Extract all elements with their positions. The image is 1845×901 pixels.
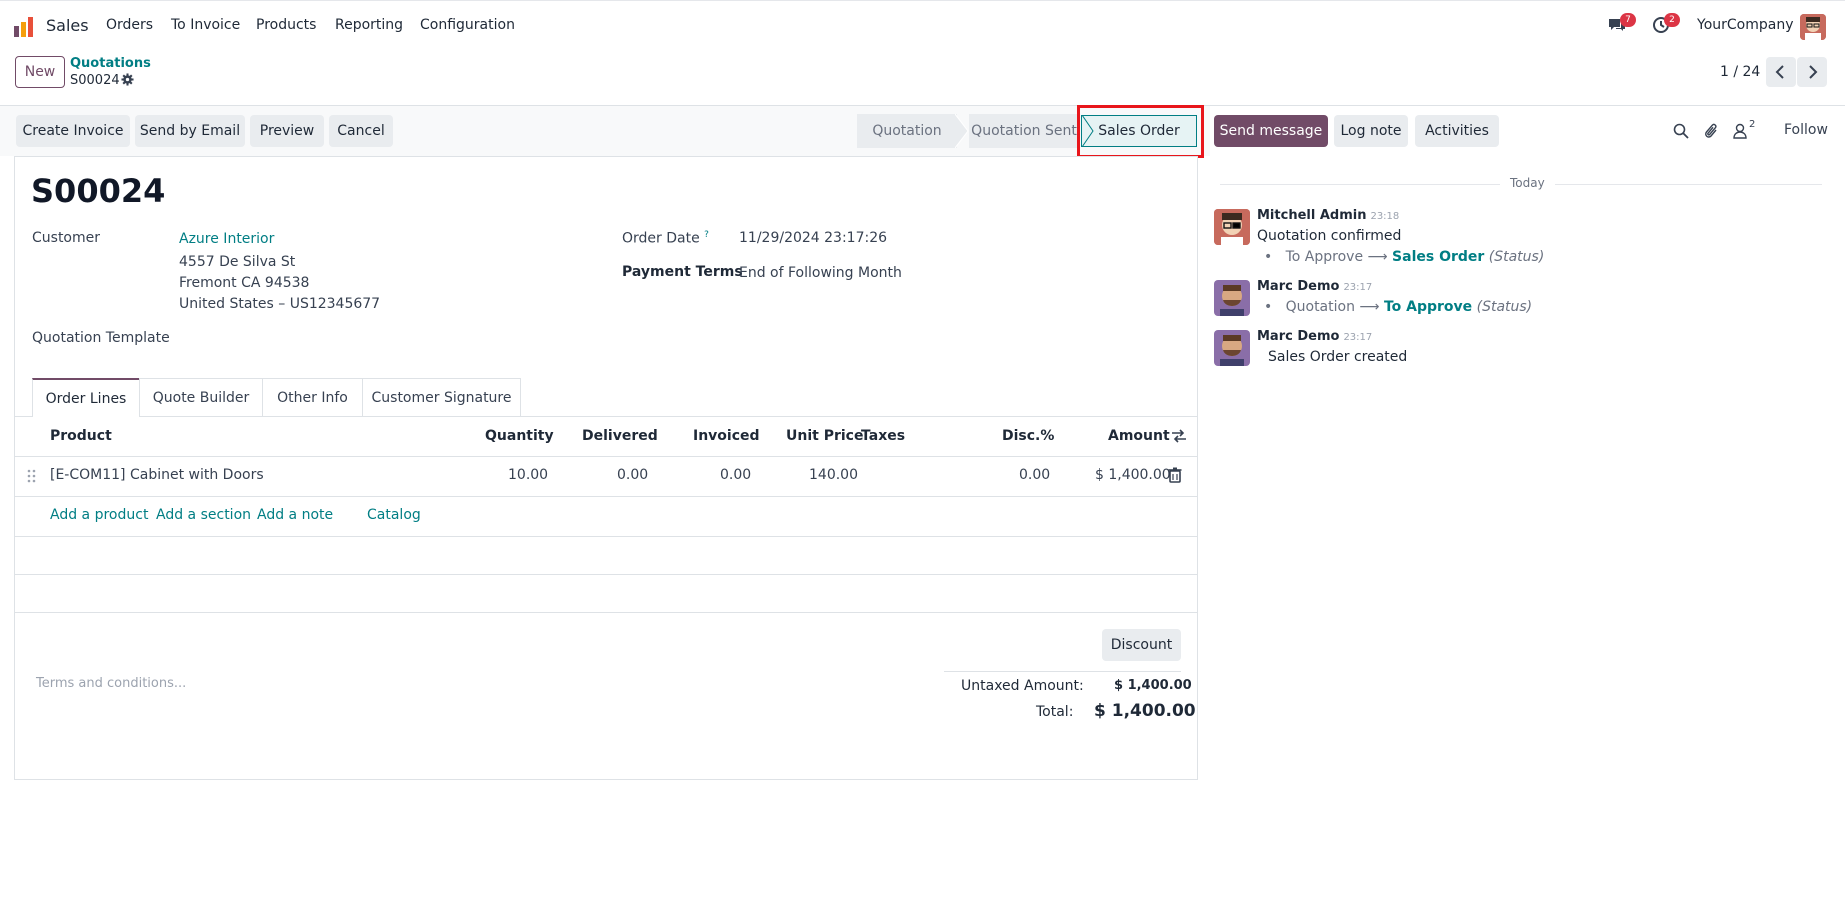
tab-other-info[interactable]: Other Info: [262, 378, 363, 416]
message-text: Quotation confirmed: [1257, 228, 1402, 244]
cell-unit-price[interactable]: 140.00: [809, 467, 858, 483]
customer-country-vat: United States – US12345677: [179, 296, 381, 312]
add-product-link[interactable]: Add a product: [50, 507, 148, 523]
column-unit-price[interactable]: Unit Price: [786, 428, 863, 444]
tab-order-lines[interactable]: Order Lines: [32, 378, 140, 417]
gear-icon[interactable]: [121, 73, 134, 86]
highlight-annotation: [1077, 105, 1204, 158]
total-label: Total:: [1036, 704, 1074, 720]
column-product[interactable]: Product: [50, 428, 112, 444]
search-icon[interactable]: [1673, 123, 1689, 139]
pager-next-button[interactable]: [1797, 57, 1827, 87]
cell-invoiced: 0.00: [720, 467, 752, 483]
row-border: [15, 612, 1197, 613]
trash-icon[interactable]: [1168, 467, 1182, 483]
status-quotation[interactable]: Quotation: [857, 114, 957, 148]
order-date-value[interactable]: 11/29/2024 23:17:26: [739, 230, 887, 246]
customer-street: 4557 De Silva St: [179, 254, 296, 270]
send-by-email-button[interactable]: Send by Email: [135, 115, 245, 147]
quotation-template-label: Quotation Template: [32, 330, 170, 346]
menu-products[interactable]: Products: [256, 17, 316, 33]
column-discount[interactable]: Disc.%: [1002, 428, 1054, 444]
app-name[interactable]: Sales: [46, 16, 89, 35]
follow-button[interactable]: Follow: [1784, 122, 1828, 138]
row-border: [15, 574, 1197, 575]
customer-link[interactable]: Azure Interior: [179, 231, 274, 247]
breadcrumb-quotations[interactable]: Quotations: [70, 56, 151, 71]
cell-discount[interactable]: 0.00: [1019, 467, 1050, 483]
message-avatar[interactable]: [1214, 209, 1250, 245]
row-border: [15, 536, 1197, 537]
paperclip-icon[interactable]: [1704, 122, 1720, 140]
menu-to-invoice[interactable]: To Invoice: [171, 17, 240, 33]
menu-reporting[interactable]: Reporting: [335, 17, 403, 33]
drag-handle-icon[interactable]: [27, 469, 37, 483]
customer-city: Fremont CA 94538: [179, 275, 310, 291]
terms-conditions-field[interactable]: Terms and conditions...: [36, 676, 186, 691]
add-note-link[interactable]: Add a note: [257, 507, 333, 523]
messages-badge: 7: [1620, 13, 1636, 27]
row-border: [15, 496, 1197, 497]
cell-quantity[interactable]: 10.00: [508, 467, 548, 483]
followers-icon[interactable]: [1733, 123, 1747, 139]
totals-divider: [944, 671, 1181, 672]
column-quantity[interactable]: Quantity: [485, 428, 554, 444]
total-value: $ 1,400.00: [1094, 701, 1196, 721]
date-separator-label: Today: [1500, 176, 1555, 190]
pager-value[interactable]: 1 / 24: [1720, 64, 1760, 80]
untaxed-amount-value: $ 1,400.00: [1114, 678, 1192, 693]
menu-orders[interactable]: Orders: [106, 17, 153, 33]
column-amount[interactable]: Amount: [1108, 428, 1170, 444]
column-taxes[interactable]: Taxes: [861, 428, 905, 444]
cell-product[interactable]: [E-COM11] Cabinet with Doors: [50, 467, 264, 483]
payment-terms-label: Payment Terms: [622, 264, 743, 280]
untaxed-amount-label: Untaxed Amount:: [961, 678, 1084, 694]
activities-button[interactable]: Activities: [1415, 115, 1499, 147]
catalog-link[interactable]: Catalog: [367, 507, 421, 523]
message-avatar[interactable]: [1214, 280, 1250, 316]
tab-quote-builder[interactable]: Quote Builder: [139, 378, 263, 416]
discount-button[interactable]: Discount: [1102, 629, 1181, 661]
company-switcher[interactable]: YourCompany: [1697, 17, 1794, 33]
new-button[interactable]: New: [15, 56, 65, 88]
log-note-button[interactable]: Log note: [1334, 115, 1408, 147]
followers-count: 2: [1749, 119, 1756, 130]
help-tooltip-icon[interactable]: ?: [704, 230, 709, 240]
message-author: Marc Demo 23:17: [1257, 329, 1373, 344]
preview-button[interactable]: Preview: [250, 115, 324, 147]
order-date-label: Order Date ?: [622, 230, 709, 247]
cell-delivered[interactable]: 0.00: [617, 467, 648, 483]
optional-columns-icon[interactable]: [1171, 428, 1187, 444]
message-author: Marc Demo 23:17: [1257, 279, 1373, 294]
chevron-left-icon: [1775, 65, 1784, 79]
message-author: Mitchell Admin 23:18: [1257, 208, 1400, 223]
menu-configuration[interactable]: Configuration: [420, 17, 515, 33]
message-text: Sales Order created: [1268, 349, 1408, 365]
column-delivered[interactable]: Delivered: [582, 428, 658, 444]
order-name: S00024: [31, 172, 166, 210]
add-section-link[interactable]: Add a section: [156, 507, 251, 523]
tab-customer-signature[interactable]: Customer Signature: [362, 378, 521, 416]
activities-badge: 2: [1664, 13, 1680, 27]
tracking-change: • Quotation ⟶ To Approve (Status): [1264, 299, 1533, 315]
send-message-button[interactable]: Send message: [1214, 115, 1328, 147]
user-avatar[interactable]: [1800, 14, 1826, 40]
column-invoiced[interactable]: Invoiced: [693, 428, 760, 444]
create-invoice-button[interactable]: Create Invoice: [16, 115, 130, 147]
cancel-button[interactable]: Cancel: [329, 115, 393, 147]
sales-app-icon[interactable]: [13, 16, 35, 38]
cell-amount: $ 1,400.00: [1095, 467, 1171, 483]
breadcrumb-current: S00024: [70, 73, 120, 88]
pager-previous-button[interactable]: [1766, 57, 1796, 87]
message-avatar[interactable]: [1214, 330, 1250, 366]
payment-terms-value[interactable]: End of Following Month: [739, 265, 902, 281]
status-quotation-sent[interactable]: Quotation Sent: [969, 114, 1079, 148]
top-navbar: Sales Orders To Invoice Products Reporti…: [0, 0, 1845, 50]
chevron-right-icon: [1809, 65, 1818, 79]
status-arrow-icon: [955, 114, 969, 148]
tracking-change: • To Approve ⟶ Sales Order (Status): [1264, 249, 1545, 265]
customer-label: Customer: [32, 230, 101, 246]
